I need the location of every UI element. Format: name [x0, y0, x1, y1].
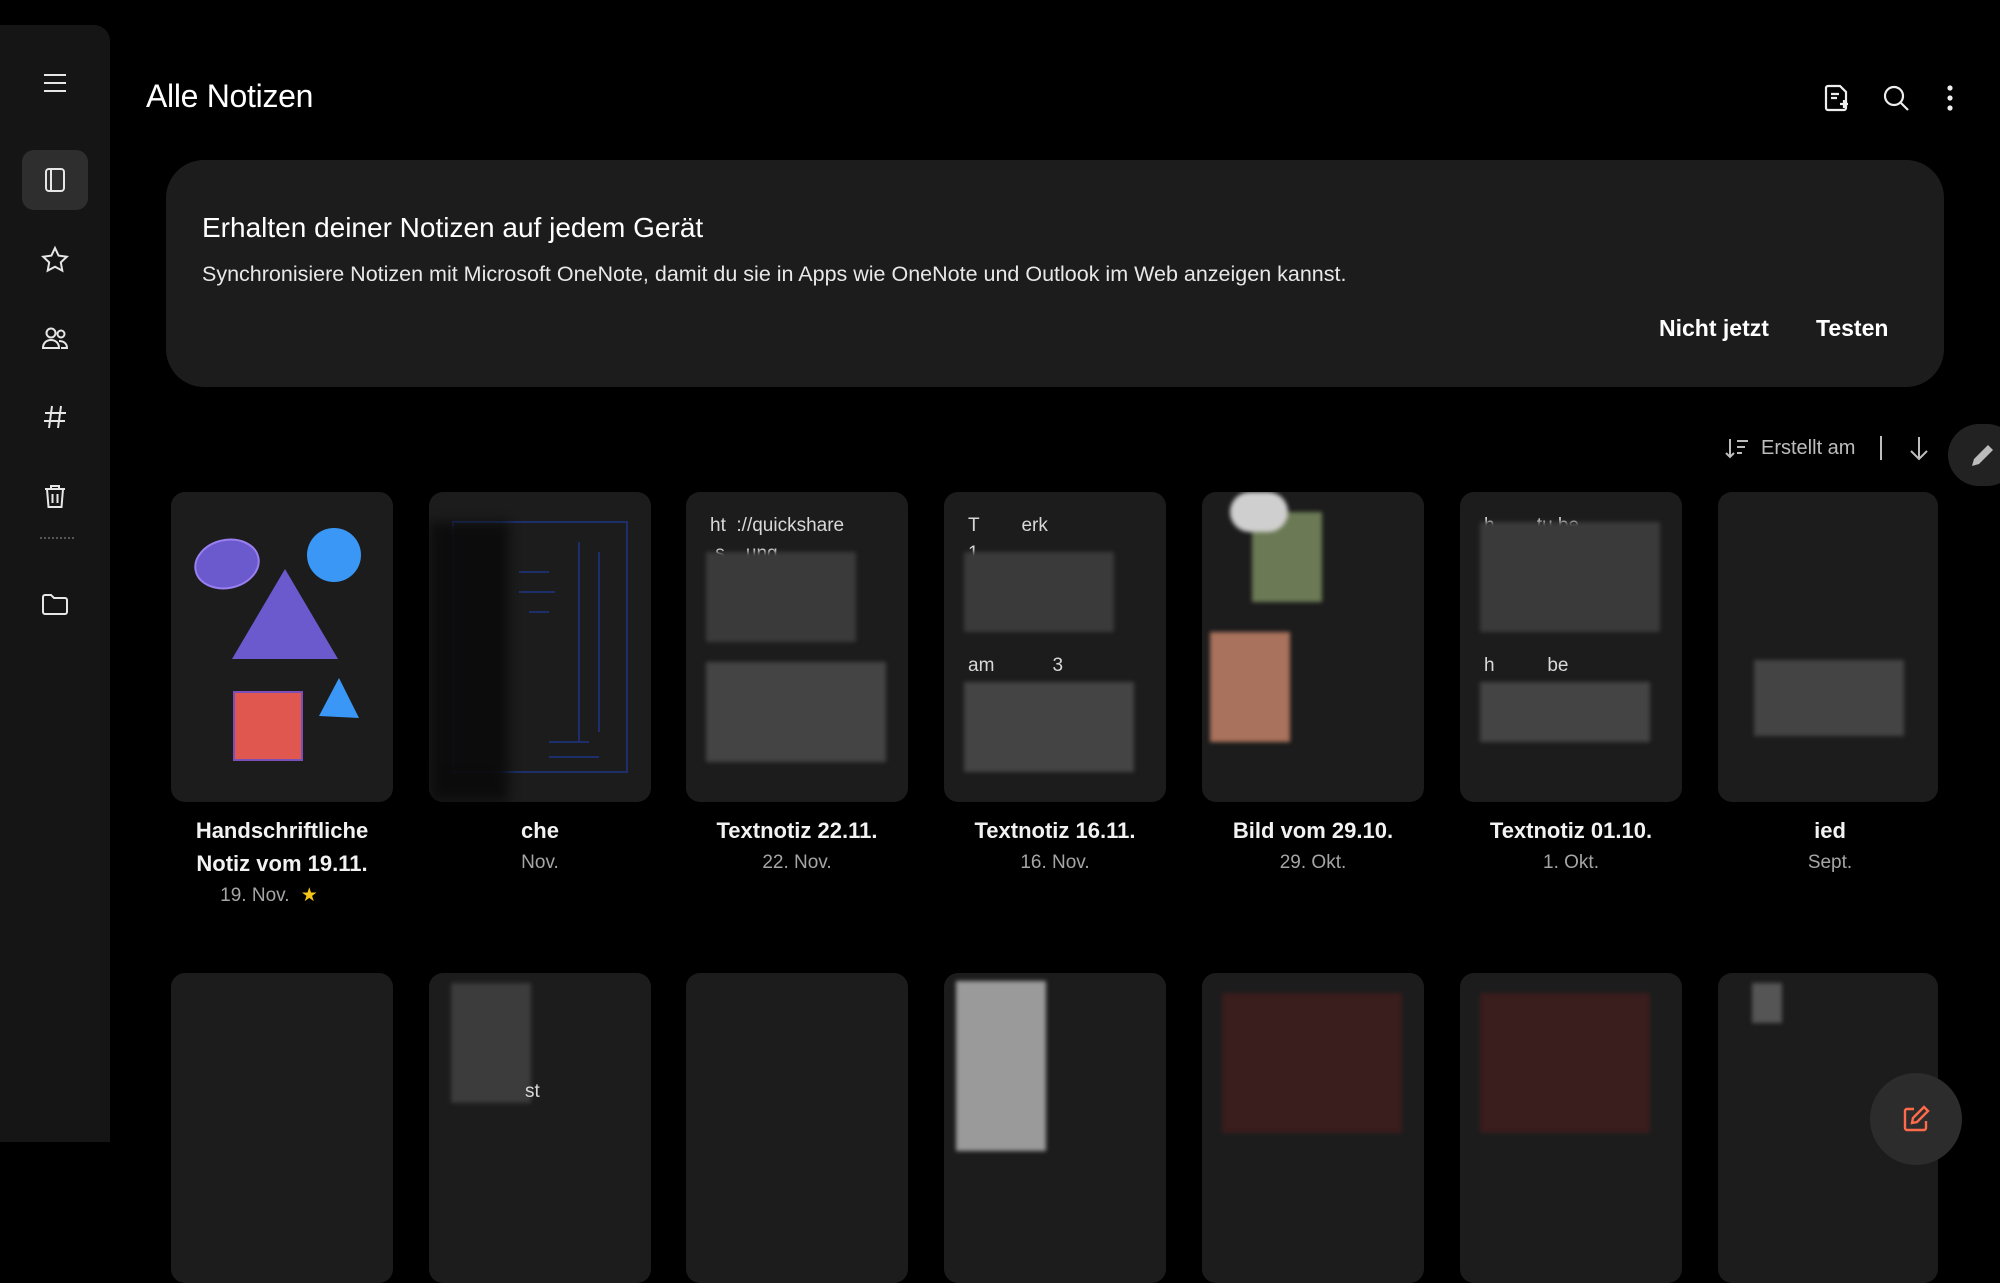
note-card[interactable] [171, 973, 393, 1283]
note-thumbnail-shapes [194, 528, 361, 761]
sort-divider [1880, 436, 1882, 460]
menu-icon[interactable] [22, 53, 88, 113]
sort-direction-icon[interactable] [1905, 433, 1933, 463]
note-card[interactable] [1718, 492, 1938, 802]
note-date: 16. Nov. [1020, 852, 1090, 873]
trash-icon[interactable] [22, 466, 88, 526]
pen-button[interactable] [1948, 424, 2000, 486]
star-icon[interactable] [22, 230, 88, 290]
note-title: Textnotiz 22.11. [716, 818, 878, 843]
note-title: Textnotiz 16.11. [974, 818, 1136, 843]
shared-people-icon[interactable] [22, 308, 88, 368]
compose-icon [1903, 1105, 1930, 1132]
banner-title: Erhalten deiner Notizen auf jedem Gerät [202, 212, 704, 243]
hashtag-icon[interactable] [22, 387, 88, 447]
page-title: Alle Notizen [146, 78, 314, 114]
note-date: 29. Okt. [1279, 852, 1347, 873]
not-now-button[interactable]: Nicht jetzt [1659, 315, 1769, 342]
note-title: che [521, 818, 559, 843]
note-title: ied [1814, 818, 1846, 843]
navigation-rail [0, 25, 110, 1142]
note-date: 22. Nov. [762, 852, 832, 873]
note-card[interactable] [686, 973, 908, 1283]
sort-button[interactable]: Erstellt am [1723, 432, 1855, 464]
note-card[interactable]: h tu.be h be = C S vkla [1460, 492, 1682, 802]
pen-icon [1972, 445, 1993, 466]
favorite-star-icon: ★ [300, 885, 318, 906]
note-date: 19. Nov. ★ [139, 884, 399, 907]
note-date: 1. Okt. [1543, 852, 1599, 873]
folder-icon[interactable] [22, 574, 88, 634]
note-card[interactable]: T erk 1 am 3 ge 1 n [944, 492, 1166, 802]
banner-text: Synchronisiere Notizen mit Microsoft One… [202, 262, 1347, 286]
search-icon[interactable] [1876, 78, 1916, 118]
rail-divider [40, 537, 74, 539]
note-card[interactable]: st [429, 973, 651, 1283]
note-card[interactable] [944, 973, 1166, 1283]
note-card[interactable] [1460, 973, 1682, 1283]
note-card[interactable]: ht ://quickshare .s ung N Mq [686, 492, 908, 802]
pdf-add-icon[interactable] [1816, 78, 1856, 118]
try-button[interactable]: Testen [1816, 315, 1888, 342]
note-date: Sept. [1807, 852, 1853, 873]
note-card[interactable] [1202, 973, 1424, 1283]
new-note-button[interactable] [1870, 1073, 1962, 1165]
note-card[interactable] [429, 492, 651, 802]
sort-label: Erstellt am [1761, 436, 1856, 459]
note-card[interactable] [1202, 492, 1424, 802]
note-title: Bild vom 29.10. [1232, 818, 1394, 843]
note-card[interactable] [171, 492, 393, 802]
more-vert-icon[interactable] [1930, 78, 1970, 118]
note-preview: st [525, 1081, 540, 1102]
notes-icon[interactable] [22, 150, 88, 210]
sync-banner: Erhalten deiner Notizen auf jedem Gerät … [166, 160, 1944, 387]
note-title: Textnotiz 01.10. [1489, 818, 1653, 843]
sort-icon [1725, 439, 1748, 459]
note-title: Handschriftliche [195, 818, 369, 843]
note-title-line2: Notiz vom 19.11. [196, 851, 368, 876]
note-date: Nov. [521, 852, 559, 873]
note-date-text: 19. Nov. [220, 885, 290, 906]
